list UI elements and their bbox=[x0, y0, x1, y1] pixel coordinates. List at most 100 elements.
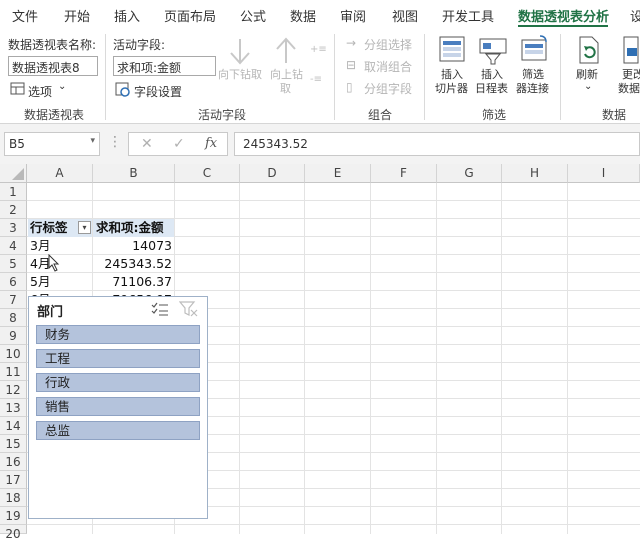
tab-page-layout[interactable]: 页面布局 bbox=[164, 6, 216, 25]
pivot-row-labels-header[interactable]: 行标签 ▾ bbox=[28, 219, 92, 237]
column-header-g[interactable]: G bbox=[437, 164, 502, 183]
options-icon bbox=[10, 82, 26, 96]
tab-file[interactable]: 文件 bbox=[12, 6, 38, 25]
options-dropdown-icon[interactable]: ⌄ bbox=[58, 81, 66, 92]
insert-function-icon[interactable]: fx bbox=[205, 136, 217, 151]
row-header[interactable]: 10 bbox=[0, 345, 27, 363]
name-box-value: B5 bbox=[9, 137, 25, 151]
tab-pivot-analyze[interactable]: 数据透视表分析 bbox=[518, 6, 609, 25]
tab-view[interactable]: 视图 bbox=[392, 6, 418, 25]
name-box-dropdown-icon[interactable]: ▾ bbox=[90, 136, 95, 146]
slicer-item[interactable]: 总监 bbox=[36, 421, 200, 440]
drill-up-button-line2: 取 bbox=[280, 82, 291, 95]
column-header-c[interactable]: C bbox=[175, 164, 240, 183]
row-header[interactable]: 18 bbox=[0, 489, 27, 507]
tab-design[interactable]: 设 bbox=[630, 6, 640, 25]
row-header[interactable]: 17 bbox=[0, 471, 27, 489]
change-source-button[interactable]: 更改 bbox=[622, 68, 640, 82]
column-header-a[interactable]: A bbox=[27, 164, 93, 183]
slicer-item[interactable]: 工程 bbox=[36, 349, 200, 368]
row-header[interactable]: 11 bbox=[0, 363, 27, 381]
column-header-h[interactable]: H bbox=[502, 164, 568, 183]
gridline bbox=[239, 183, 240, 534]
slicer-item[interactable]: 财务 bbox=[36, 325, 200, 344]
row-header[interactable]: 3 bbox=[0, 219, 27, 237]
pivot-row-value[interactable]: 14073 bbox=[93, 237, 172, 255]
drill-down-icon bbox=[226, 36, 254, 66]
formula-input[interactable]: 245343.52 bbox=[234, 132, 640, 156]
gridline bbox=[436, 183, 437, 534]
drill-down-button[interactable]: 向下钻取 bbox=[218, 68, 262, 82]
pivot-name-input[interactable]: 数据透视表8 bbox=[8, 56, 98, 76]
row-header[interactable]: 13 bbox=[0, 399, 27, 417]
refresh-dropdown-icon[interactable]: ⌄ bbox=[584, 80, 592, 94]
row-header[interactable]: 5 bbox=[0, 255, 27, 273]
pivot-row-value[interactable]: 71106.37 bbox=[93, 273, 172, 291]
name-box[interactable]: B5 ▾ bbox=[4, 132, 100, 156]
select-all-corner[interactable] bbox=[0, 164, 27, 183]
cancel-icon[interactable]: ✕ bbox=[141, 136, 153, 152]
row-header[interactable]: 6 bbox=[0, 273, 27, 291]
row-header[interactable]: 8 bbox=[0, 309, 27, 327]
field-settings-button[interactable]: 字段设置 bbox=[134, 83, 182, 100]
ungroup-icon: ⊟ bbox=[346, 58, 357, 72]
options-button[interactable]: 选项 bbox=[28, 83, 52, 100]
tab-home[interactable]: 开始 bbox=[64, 6, 90, 25]
group-label-group: 组合 bbox=[368, 108, 393, 122]
pivot-row-label[interactable]: 5月 bbox=[30, 273, 90, 291]
ribbon-separator bbox=[424, 34, 425, 120]
gridline bbox=[567, 183, 568, 534]
insert-slicer-button[interactable]: 插入 bbox=[441, 68, 463, 82]
group-selection-button[interactable]: 分组选择 bbox=[364, 36, 412, 53]
row-header[interactable]: 12 bbox=[0, 381, 27, 399]
formula-bar-splitter-icon[interactable]: ⋮ bbox=[108, 134, 122, 150]
filter-dropdown-icon[interactable]: ▾ bbox=[78, 221, 91, 234]
field-settings-icon bbox=[115, 82, 131, 97]
pivot-row-value[interactable]: 245343.52 bbox=[93, 255, 172, 273]
drill-up-button[interactable]: 向上钻 bbox=[270, 68, 303, 82]
ribbon-separator bbox=[334, 34, 335, 120]
confirm-icon[interactable]: ✓ bbox=[173, 136, 185, 152]
pivot-value-header[interactable]: 求和项:金额 bbox=[93, 219, 174, 237]
row-header[interactable]: 4 bbox=[0, 237, 27, 255]
column-header-b[interactable]: B bbox=[93, 164, 175, 183]
column-header-d[interactable]: D bbox=[240, 164, 305, 183]
insert-timeline-button[interactable]: 插入 bbox=[481, 68, 503, 82]
active-field-input[interactable]: 求和项:金额 bbox=[113, 56, 216, 76]
drill-up-icon bbox=[272, 36, 300, 66]
row-header[interactable]: 16 bbox=[0, 453, 27, 471]
column-header-f[interactable]: F bbox=[371, 164, 437, 183]
pivot-row-label[interactable]: 3月 bbox=[30, 237, 90, 255]
row-header[interactable]: 7 bbox=[0, 291, 27, 309]
expand-field-icon[interactable]: +≡ bbox=[310, 42, 327, 55]
row-header[interactable]: 14 bbox=[0, 417, 27, 435]
gridline bbox=[370, 183, 371, 534]
row-header[interactable]: 15 bbox=[0, 435, 27, 453]
column-header-e[interactable]: E bbox=[305, 164, 371, 183]
slicer-panel[interactable]: 部门 财务 工程 行政 销售 总监 bbox=[28, 296, 208, 519]
clear-filter-icon[interactable] bbox=[178, 301, 199, 317]
tab-data[interactable]: 数据 bbox=[290, 6, 316, 25]
tab-formulas[interactable]: 公式 bbox=[240, 6, 266, 25]
tab-developer[interactable]: 开发工具 bbox=[442, 6, 494, 25]
column-header-i[interactable]: I bbox=[568, 164, 640, 183]
ungroup-button[interactable]: 取消组合 bbox=[364, 58, 412, 75]
slicer-item[interactable]: 销售 bbox=[36, 397, 200, 416]
filter-connections-button[interactable]: 筛选 bbox=[522, 68, 544, 82]
multi-select-icon[interactable] bbox=[151, 302, 169, 316]
svg-text:-≡: -≡ bbox=[310, 74, 322, 84]
tab-insert[interactable]: 插入 bbox=[114, 6, 140, 25]
collapse-field-icon[interactable]: -≡ bbox=[310, 72, 326, 85]
ribbon-tab-bar: 文件 开始 插入 页面布局 公式 数据 审阅 视图 开发工具 数据透视表分析 设 bbox=[0, 0, 640, 28]
row-header[interactable]: 20 bbox=[0, 525, 27, 541]
insert-timeline-button-line2: 日程表 bbox=[475, 82, 508, 95]
formula-bar: B5 ▾ ⋮ ✕ ✓ fx 245343.52 bbox=[0, 124, 640, 164]
row-header[interactable]: 19 bbox=[0, 507, 27, 525]
group-field-button[interactable]: 分组字段 bbox=[364, 80, 412, 97]
row-header[interactable]: 1 bbox=[0, 183, 27, 201]
row-header[interactable]: 9 bbox=[0, 327, 27, 345]
tab-review[interactable]: 审阅 bbox=[340, 6, 366, 25]
group-label-data: 数据 bbox=[602, 108, 627, 122]
row-header[interactable]: 2 bbox=[0, 201, 27, 219]
slicer-item[interactable]: 行政 bbox=[36, 373, 200, 392]
